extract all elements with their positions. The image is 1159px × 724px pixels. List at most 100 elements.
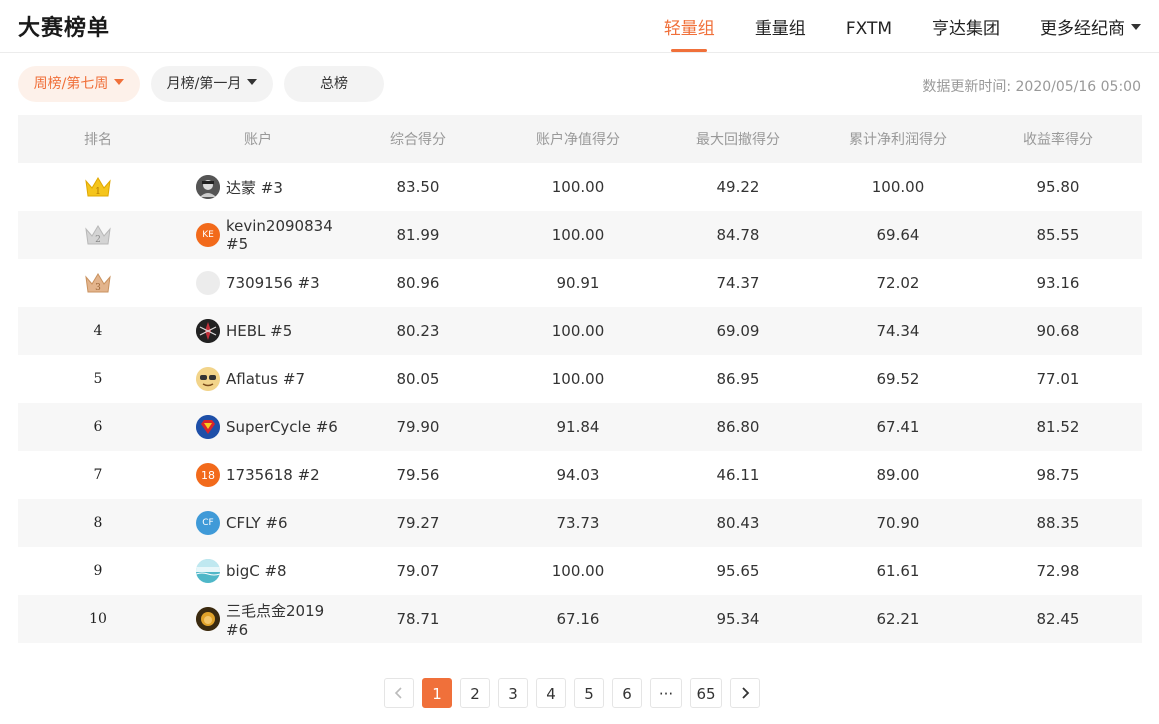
equity-cell: 100.00 xyxy=(551,226,605,244)
filter-bar: 周榜/第七周 月榜/第一月 总榜 xyxy=(18,66,395,102)
monthly-filter-button[interactable]: 月榜/第一月 xyxy=(151,66,273,102)
rank-cell: 3 xyxy=(18,271,178,295)
tab-hantec[interactable]: 亨达集团 xyxy=(932,0,1000,52)
rank-number: 4 xyxy=(93,323,103,339)
avatar-spider-icon xyxy=(196,319,220,343)
return-cell: 95.80 xyxy=(1036,178,1080,196)
avatar-lion-icon xyxy=(196,607,220,631)
page-button-3[interactable]: 3 xyxy=(498,678,528,708)
table-row[interactable]: 3 7309156 #3 80.96 90.91 74.37 72.02 93.… xyxy=(18,259,1142,307)
header-score: 综合得分 xyxy=(390,132,446,148)
table-row[interactable]: 10 三毛点金2019 #6 78.71 67.16 95.34 62.21 8… xyxy=(18,595,1142,643)
drawdown-cell: 95.65 xyxy=(716,562,760,580)
rank-number: 3 xyxy=(95,283,101,293)
tab-fxtm-label: FXTM xyxy=(845,19,892,39)
rank-number: 7 xyxy=(93,467,103,483)
account-cell: 达蒙 #3 xyxy=(178,175,338,199)
profit-cell: 61.61 xyxy=(876,562,920,580)
score-cell: 79.27 xyxy=(396,514,440,532)
equity-cell: 100.00 xyxy=(551,370,605,388)
chevron-down-icon xyxy=(247,79,258,85)
chevron-left-icon xyxy=(394,687,402,699)
account-name[interactable]: 7309156 #3 xyxy=(226,274,320,292)
equity-cell: 100.00 xyxy=(551,562,605,580)
tab-more-label: 更多经纪商 xyxy=(1040,19,1125,39)
chevron-down-icon xyxy=(1131,24,1141,30)
tab-heavy-label: 重量组 xyxy=(754,19,806,39)
header-equity: 账户净值得分 xyxy=(536,132,620,148)
header-account: 账户 xyxy=(244,132,272,148)
account-name[interactable]: SuperCycle #6 xyxy=(226,418,338,436)
tab-bar: 轻量组 重量组 FXTM 亨达集团 更多经纪商 xyxy=(624,0,1141,52)
avatar-blank-icon xyxy=(196,271,220,295)
drawdown-cell: 86.80 xyxy=(716,418,760,436)
prev-page-button[interactable] xyxy=(384,678,414,708)
account-cell: 三毛点金2019 #6 xyxy=(178,600,338,639)
account-name[interactable]: CFLY #6 xyxy=(226,514,288,532)
page-button-2[interactable]: 2 xyxy=(460,678,490,708)
profit-cell: 72.02 xyxy=(876,274,920,292)
score-cell: 83.50 xyxy=(396,178,440,196)
table-row[interactable]: 7 18 1735618 #2 79.56 94.03 46.11 89.00 … xyxy=(18,451,1142,499)
drawdown-cell: 80.43 xyxy=(716,514,760,532)
table-row[interactable]: 5 Aflatus #7 80.05 100.00 86.95 69.52 77… xyxy=(18,355,1142,403)
pagination: 1 2 3 4 5 6 ··· 65 xyxy=(384,678,768,708)
score-cell: 81.99 xyxy=(396,226,440,244)
tab-fxtm[interactable]: FXTM xyxy=(846,0,892,52)
header-return: 收益率得分 xyxy=(1023,132,1093,148)
page-ellipsis-button[interactable]: ··· xyxy=(650,678,682,708)
table-row[interactable]: 2 KE kevin2090834 #5 81.99 100.00 84.78 … xyxy=(18,211,1142,259)
page-button-last[interactable]: 65 xyxy=(690,678,722,708)
account-cell: 7309156 #3 xyxy=(178,271,338,295)
account-cell: Aflatus #7 xyxy=(178,367,338,391)
tab-light[interactable]: 轻量组 xyxy=(664,0,715,52)
return-cell: 85.55 xyxy=(1036,226,1080,244)
drawdown-cell: 49.22 xyxy=(716,178,760,196)
account-name[interactable]: 1735618 #2 xyxy=(226,466,320,484)
score-cell: 80.23 xyxy=(396,322,440,340)
total-filter-button[interactable]: 总榜 xyxy=(284,66,384,102)
rank-number: 9 xyxy=(93,563,103,579)
next-page-button[interactable] xyxy=(730,678,760,708)
table-row[interactable]: 1 达蒙 #3 83.50 100.00 49.22 100.00 95.80 xyxy=(18,163,1142,211)
avatar-initials: CF xyxy=(196,511,220,535)
return-cell: 77.01 xyxy=(1036,370,1080,388)
table-row[interactable]: 6 SuperCycle #6 79.90 91.84 86.80 67.41 … xyxy=(18,403,1142,451)
profit-cell: 100.00 xyxy=(871,178,925,196)
avatar-superman-icon xyxy=(196,415,220,439)
tab-hantec-label: 亨达集团 xyxy=(932,19,1000,39)
chevron-right-icon xyxy=(742,687,750,699)
account-name[interactable]: HEBL #5 xyxy=(226,322,292,340)
drawdown-cell: 69.09 xyxy=(716,322,760,340)
leaderboard-table: 排名 账户 综合得分 账户净值得分 最大回撤得分 累计净利润得分 收益率得分 1… xyxy=(18,115,1142,643)
account-name[interactable]: Aflatus #7 xyxy=(226,370,305,388)
rank-cell: 1 xyxy=(18,175,178,199)
account-name[interactable]: kevin2090834 #5 xyxy=(226,217,338,253)
table-row[interactable]: 9 bigC #8 79.07 100.00 95.65 61.61 72.98 xyxy=(18,547,1142,595)
rank-number: 6 xyxy=(93,419,103,435)
chevron-down-icon xyxy=(114,79,125,85)
page-button-6[interactable]: 6 xyxy=(612,678,642,708)
page-button-5[interactable]: 5 xyxy=(574,678,604,708)
equity-cell: 94.03 xyxy=(556,466,600,484)
equity-cell: 91.84 xyxy=(556,418,600,436)
account-name[interactable]: bigC #8 xyxy=(226,562,287,580)
tab-more-brokers[interactable]: 更多经纪商 xyxy=(1040,0,1141,52)
tab-heavy[interactable]: 重量组 xyxy=(755,0,806,52)
profit-cell: 89.00 xyxy=(876,466,920,484)
table-row[interactable]: 4 HEBL #5 80.23 100.00 69.09 74.34 90.68 xyxy=(18,307,1142,355)
page-button-1[interactable]: 1 xyxy=(422,678,452,708)
account-cell: CF CFLY #6 xyxy=(178,511,338,535)
weekly-filter-button[interactable]: 周榜/第七周 xyxy=(18,66,140,102)
table-row[interactable]: 8 CF CFLY #6 79.27 73.73 80.43 70.90 88.… xyxy=(18,499,1142,547)
account-name[interactable]: 三毛点金2019 #6 xyxy=(226,600,338,639)
avatar-initials: 18 xyxy=(196,463,220,487)
return-cell: 90.68 xyxy=(1036,322,1080,340)
page-button-4[interactable]: 4 xyxy=(536,678,566,708)
rank-cell: 2 xyxy=(18,223,178,247)
profit-cell: 69.64 xyxy=(876,226,920,244)
header-drawdown: 最大回撤得分 xyxy=(696,132,780,148)
account-name[interactable]: 达蒙 #3 xyxy=(226,177,283,198)
total-filter-label: 总榜 xyxy=(320,76,348,92)
rank-number: 1 xyxy=(95,187,101,197)
